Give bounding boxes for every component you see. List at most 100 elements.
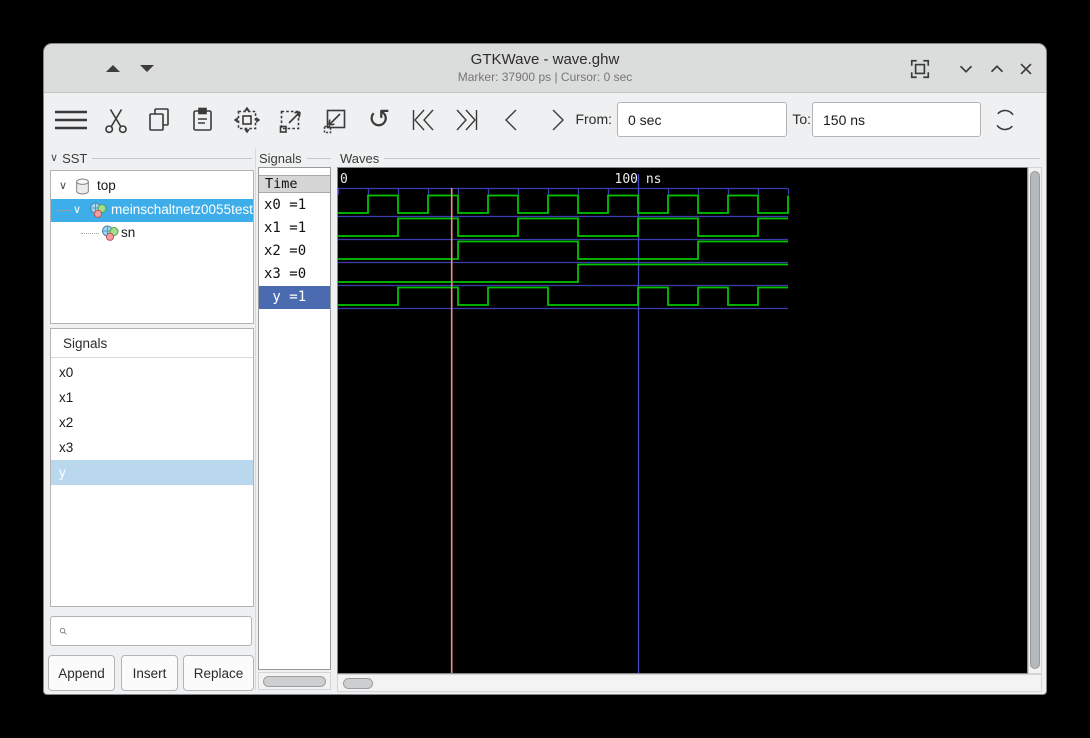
sst-tree[interactable]: ∨ top ∨ meinschaltnetz0055testbench sn bbox=[50, 170, 254, 324]
values-title: Signals bbox=[259, 150, 302, 166]
signal-search-box[interactable] bbox=[50, 616, 252, 646]
wave-trace-x1 bbox=[338, 217, 788, 237]
signal-value-x1[interactable]: x1 =1 bbox=[259, 217, 330, 240]
chevron-down-icon: ∨ bbox=[50, 152, 59, 164]
signal-value-y[interactable]: y =1 bbox=[259, 286, 330, 309]
module-spheres-icon bbox=[90, 202, 107, 218]
expander-chevron-icon[interactable]: ∨ bbox=[59, 179, 67, 192]
wave-trace-x3 bbox=[338, 263, 788, 283]
module-spheres-icon bbox=[101, 225, 119, 246]
signal-list-item-y[interactable]: y bbox=[51, 460, 253, 485]
scrollbar-thumb[interactable] bbox=[263, 676, 326, 687]
copy-icon bbox=[149, 108, 169, 131]
append-button[interactable]: Append bbox=[48, 655, 115, 691]
close-button[interactable] bbox=[1015, 58, 1037, 80]
scope-cylinder-icon bbox=[76, 178, 89, 195]
from-field[interactable] bbox=[617, 102, 787, 137]
zoom-in-button[interactable] bbox=[273, 102, 309, 138]
skip-to-start-icon bbox=[412, 109, 434, 131]
waves-hscrollbar[interactable] bbox=[337, 674, 1042, 692]
frame-line bbox=[384, 158, 1040, 159]
signal-list-item-x1[interactable]: x1 bbox=[51, 385, 253, 410]
gtkwave-window: GTKWave - wave.ghw Marker: 37900 ps | Cu… bbox=[44, 44, 1046, 694]
tree-item-top[interactable]: ∨ top bbox=[51, 175, 253, 198]
window-subtitle: Marker: 37900 ps | Cursor: 0 sec bbox=[457, 70, 633, 84]
tree-item-label: sn bbox=[121, 225, 136, 240]
frame-line bbox=[306, 158, 331, 159]
zoom-fit-button[interactable] bbox=[229, 102, 265, 138]
tree-item-label: meinschaltnetz0055testbench bbox=[111, 201, 253, 217]
wave-canvas[interactable]: 0 100 ns bbox=[337, 167, 1028, 674]
fullscreen-icon bbox=[910, 59, 930, 79]
signal-value-x0[interactable]: x0 =1 bbox=[259, 194, 330, 217]
reload-button[interactable] bbox=[987, 102, 1023, 138]
search-icon bbox=[59, 627, 67, 635]
sst-label: SST bbox=[62, 150, 88, 166]
zoom-fit-icon bbox=[233, 106, 261, 134]
close-icon bbox=[1020, 63, 1032, 75]
fullscreen-button[interactable] bbox=[909, 58, 931, 80]
go-to-end-button[interactable] bbox=[449, 102, 485, 138]
signals-list-title: Signals bbox=[51, 329, 253, 358]
expander-chevron-icon[interactable]: ∨ bbox=[73, 203, 81, 216]
shade-up-icon[interactable] bbox=[106, 65, 120, 72]
tree-item-sn[interactable]: sn bbox=[51, 222, 253, 245]
hamburger-menu-icon bbox=[55, 110, 87, 130]
scrollbar-thumb[interactable] bbox=[1030, 171, 1040, 669]
paste-button[interactable] bbox=[185, 102, 221, 138]
to-field[interactable] bbox=[812, 102, 981, 137]
pane-splitter[interactable] bbox=[255, 148, 256, 690]
frame-line bbox=[92, 158, 252, 159]
reload-icon bbox=[994, 109, 1016, 131]
signal-list-item-x2[interactable]: x2 bbox=[51, 410, 253, 435]
signal-values-panel[interactable]: Time x0 =1 x1 =1 x2 =0 x3 =0 y =1 bbox=[258, 167, 331, 670]
chevron-down-icon bbox=[959, 65, 973, 73]
tree-item-meinschaltnetz0055testbench[interactable]: ∨ meinschaltnetz0055testbench bbox=[51, 198, 253, 223]
scrollbar-thumb[interactable] bbox=[343, 678, 373, 689]
tree-connector bbox=[81, 233, 99, 234]
insert-button[interactable]: Insert bbox=[121, 655, 178, 691]
undo-button[interactable]: ↺ bbox=[361, 102, 397, 138]
chevron-left-icon bbox=[505, 109, 517, 131]
signal-value-x3[interactable]: x3 =0 bbox=[259, 263, 330, 286]
to-label: To: bbox=[792, 111, 811, 127]
go-to-start-button[interactable] bbox=[405, 102, 441, 138]
waves-title: Waves bbox=[340, 150, 380, 166]
wave-trace-x0 bbox=[338, 194, 789, 214]
waves-frame-label: Waves bbox=[340, 150, 1040, 166]
paste-icon bbox=[193, 107, 212, 131]
chevron-up-icon bbox=[990, 65, 1004, 73]
replace-button[interactable]: Replace bbox=[183, 655, 254, 691]
scissors-icon bbox=[105, 109, 127, 134]
copy-button[interactable] bbox=[141, 102, 177, 138]
sst-expander[interactable]: ∨ SST bbox=[50, 150, 252, 166]
zoom-out-button[interactable] bbox=[317, 102, 353, 138]
signal-list-item-x0[interactable]: x0 bbox=[51, 360, 253, 385]
scope-cylinder-icon bbox=[75, 178, 90, 200]
titlebar-text: GTKWave - wave.ghw Marker: 37900 ps | Cu… bbox=[44, 50, 1046, 85]
search-input[interactable] bbox=[71, 622, 251, 640]
titlebar[interactable]: GTKWave - wave.ghw Marker: 37900 ps | Cu… bbox=[44, 44, 1046, 93]
timeline-label-0: 0 bbox=[340, 172, 348, 187]
main-menu-button[interactable] bbox=[53, 102, 89, 138]
wave-trace-y bbox=[338, 286, 788, 306]
signals-list-panel: Signals x0 x1 x2 x3 y bbox=[50, 328, 254, 607]
from-label: From: bbox=[575, 111, 612, 127]
signal-value-x2[interactable]: x2 =0 bbox=[259, 240, 330, 263]
window-title: GTKWave - wave.ghw bbox=[470, 51, 620, 68]
signal-list-item-x3[interactable]: x3 bbox=[51, 435, 253, 460]
tree-connector bbox=[57, 209, 71, 211]
module-spheres-icon bbox=[102, 225, 119, 241]
maximize-button[interactable] bbox=[986, 58, 1008, 80]
zoom-in-icon bbox=[279, 110, 301, 133]
window-menu-icon[interactable] bbox=[140, 65, 154, 72]
cut-button[interactable] bbox=[98, 102, 134, 138]
time-header[interactable]: Time bbox=[259, 175, 330, 193]
module-spheres-icon bbox=[89, 202, 107, 223]
values-frame-label: Signals bbox=[259, 150, 331, 166]
prev-edge-button[interactable] bbox=[495, 102, 531, 138]
minimize-button[interactable] bbox=[955, 58, 977, 80]
waves-vscrollbar[interactable] bbox=[1028, 167, 1042, 674]
zoom-out-icon bbox=[323, 109, 346, 134]
values-hscrollbar[interactable] bbox=[258, 672, 331, 690]
